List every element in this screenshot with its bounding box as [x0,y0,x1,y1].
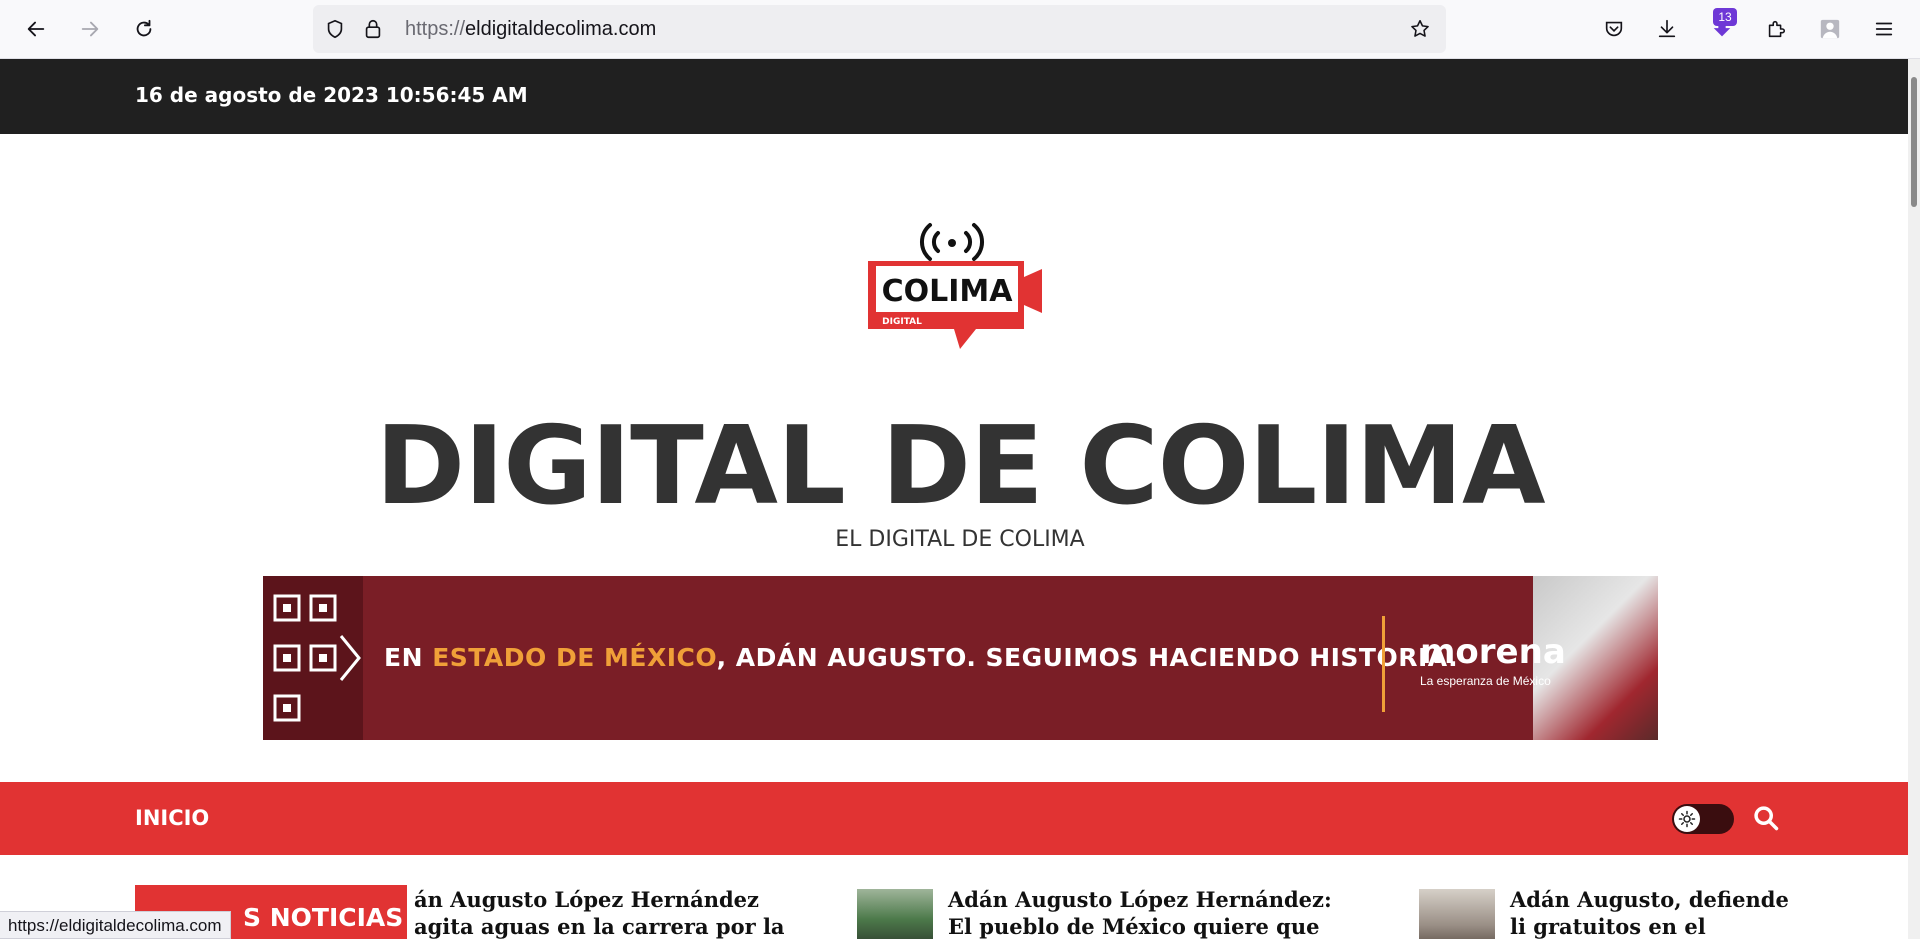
download-icon [1658,19,1676,38]
back-arrow-icon [27,21,45,37]
news-item[interactable]: án Augusto López Hernández agita aguas e… [414,886,794,939]
logo-subtext: DIGITAL [882,317,922,327]
sun-icon [1678,810,1696,828]
search-icon[interactable] [1752,804,1780,832]
banner-brand: morena [1420,632,1566,672]
forward-arrow-icon [81,21,99,37]
banner-text-prefix: EN [384,643,433,672]
news-item-title[interactable]: Adán Augusto López Hernández: El pueblo … [948,886,1348,939]
banner-divider [1382,616,1385,712]
link-status-bar: https://eldigitaldecolima.com [0,911,231,939]
reload-button[interactable] [126,11,162,47]
top-bar: 16 de agosto de 2023 10:56:45 AM [0,59,1920,134]
web-page: 16 de agosto de 2023 10:56:45 AM COLIMA … [0,59,1920,939]
downloads-button[interactable] [1649,11,1685,47]
banner-headline: EN ESTADO DE MÉXICO, ADÁN AUGUSTO. SEGUI… [384,643,1458,672]
dark-mode-toggle[interactable] [1672,804,1734,834]
ad-banner[interactable]: EN ESTADO DE MÉXICO, ADÁN AUGUSTO. SEGUI… [263,576,1658,740]
site-title[interactable]: DIGITAL DE COLIMA [0,404,1920,529]
app-menu-button[interactable] [1866,11,1902,47]
reload-icon [136,19,152,37]
site-tagline: EL DIGITAL DE COLIMA [835,527,1085,552]
browser-toolbar: https://eldigitaldecolima.com 13 [0,0,1920,59]
news-item-thumbnail[interactable] [1419,889,1495,939]
star-icon[interactable] [1409,18,1431,40]
pocket-icon [1605,21,1623,37]
banner-text-suffix: , ADÁN AUGUSTO. SEGUIMOS HACIENDO HISTOR… [716,643,1459,672]
news-item-thumbnail[interactable] [857,889,933,939]
banner-pattern [263,576,363,740]
news-item-title[interactable]: Adán Augusto, defiende li gratuitos en e… [1510,886,1789,939]
forward-button[interactable] [72,11,108,47]
back-button[interactable] [18,11,54,47]
banner-slogan: La esperanza de México [1420,674,1551,688]
shield-icon[interactable] [324,18,346,40]
url-text[interactable]: https://eldigitaldecolima.com [405,18,656,41]
main-navbar: INICIO [0,782,1920,855]
banner-text-highlight: ESTADO DE MÉXICO [432,643,717,672]
page-scrollbar[interactable] [1908,59,1920,939]
toggle-knob [1674,806,1700,832]
hamburger-menu-icon [1875,22,1893,36]
puzzle-icon [1768,20,1786,38]
news-item[interactable]: Adán Augusto, defiende li gratuitos en e… [1419,886,1789,939]
profile-icon [1820,19,1840,39]
nav-item-inicio[interactable]: INICIO [135,806,209,830]
site-logo[interactable]: COLIMA DIGITAL [850,213,1055,353]
address-bar[interactable]: https://eldigitaldecolima.com [313,5,1446,53]
profile-button[interactable] [1812,11,1848,47]
scrollbar-thumb[interactable] [1911,77,1917,207]
logo-text: COLIMA [882,274,1014,309]
news-item[interactable]: Adán Augusto López Hernández: El pueblo … [857,886,1357,939]
pocket-button[interactable] [1596,11,1632,47]
extensions-menu-button[interactable] [1758,11,1794,47]
extension-badge: 13 [1713,8,1737,26]
url-host: eldigitaldecolima.com [465,18,657,40]
news-item-title[interactable]: án Augusto López Hernández agita aguas e… [414,886,794,939]
lock-icon[interactable] [362,18,384,40]
url-scheme: https:// [405,18,466,40]
current-datetime: 16 de agosto de 2023 10:56:45 AM [135,83,528,107]
